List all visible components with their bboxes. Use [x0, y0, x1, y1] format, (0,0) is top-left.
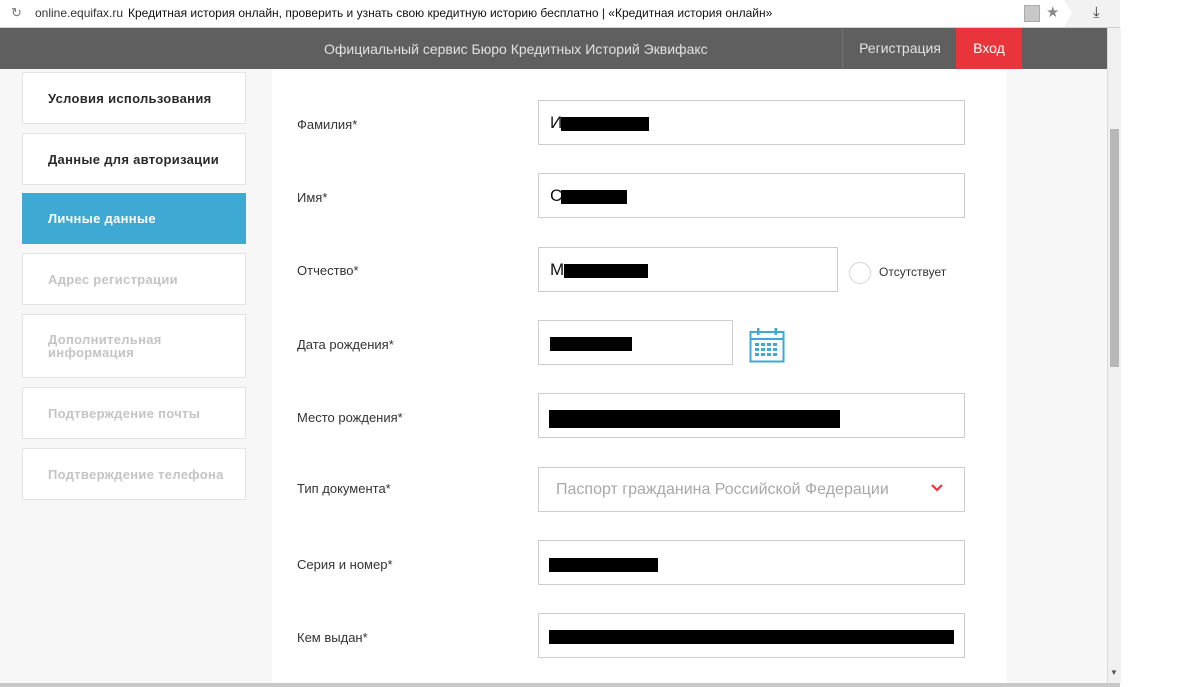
issued-by-input[interactable] [538, 613, 965, 658]
step-label: Данные для авторизации [48, 151, 220, 167]
step-authorization-data[interactable]: Данные для авторизации [22, 133, 246, 185]
birth-date-label: Дата рождения* [297, 337, 394, 352]
patronymic-value: М [550, 260, 565, 279]
site-header: Официальный сервис Бюро Кредитных Истори… [0, 28, 1107, 69]
download-icon[interactable]: ⤓ [1093, 4, 1100, 21]
step-label: Подтверждение почты [48, 405, 201, 421]
browser-address-bar: ↻ online.equifax.ru Кредитная история он… [0, 0, 1120, 28]
bookmark-star-icon[interactable]: ★ [1046, 3, 1059, 21]
browser-url[interactable]: online.equifax.ru [35, 6, 123, 20]
calendar-icon[interactable] [749, 327, 785, 363]
step-email-confirmation: Подтверждение почты [22, 387, 246, 439]
step-label: Условия использования [48, 90, 212, 106]
step-label: Личные данные [48, 211, 156, 226]
patronymic-absent-radio[interactable] [849, 262, 871, 284]
patronymic-label: Отчество* [297, 263, 359, 278]
step-label: Адрес регистрации [48, 271, 178, 287]
step-phone-confirmation: Подтверждение телефона [22, 448, 246, 500]
redacted-block [549, 558, 658, 572]
step-additional-info: Дополнительная информация [22, 314, 246, 378]
name-input[interactable]: С [538, 173, 965, 218]
surname-input[interactable]: И [538, 100, 965, 145]
toolbar-tail [1064, 0, 1120, 27]
patronymic-absent-label: Отсутствует [879, 265, 947, 279]
scroll-down-arrow-icon[interactable]: ▼ [1110, 668, 1118, 677]
step-terms-of-use[interactable]: Условия использования [22, 72, 246, 124]
step-registration-address: Адрес регистрации [22, 253, 246, 305]
step-personal-data[interactable]: Личные данные [22, 193, 246, 244]
step-label: Дополнительная информация [48, 332, 162, 360]
login-button[interactable]: Вход [956, 28, 1022, 69]
register-button[interactable]: Регистрация [842, 28, 957, 69]
scrollbar-thumb[interactable] [1110, 129, 1119, 367]
redacted-block [549, 630, 954, 644]
redacted-block [561, 117, 649, 131]
vertical-scrollbar[interactable]: ▼ [1107, 28, 1121, 683]
header-title: Официальный сервис Бюро Кредитных Истори… [324, 41, 708, 57]
form-panel [272, 69, 1007, 683]
redacted-block [549, 410, 840, 428]
series-number-input[interactable] [538, 540, 965, 585]
redacted-block [564, 264, 648, 278]
horizontal-scrollbar[interactable] [0, 683, 1120, 687]
reload-icon[interactable]: ↻ [11, 5, 22, 21]
doc-type-selected-value: Паспорт гражданина Российской Федерации [556, 481, 889, 498]
series-number-label: Серия и номер* [297, 557, 393, 572]
step-label: Подтверждение телефона [48, 466, 224, 482]
name-label: Имя* [297, 190, 328, 205]
birth-date-input[interactable] [538, 320, 733, 365]
patronymic-input[interactable]: М [538, 247, 838, 292]
chevron-down-icon [931, 484, 943, 492]
extension-icon[interactable] [1024, 5, 1040, 22]
doc-type-select[interactable]: Паспорт гражданина Российской Федерации [538, 467, 965, 512]
doc-type-label: Тип документа* [297, 481, 391, 496]
issued-by-label: Кем выдан* [297, 630, 368, 645]
redacted-block [550, 337, 632, 351]
birth-place-input[interactable] [538, 393, 965, 438]
birth-place-label: Место рождения* [297, 410, 403, 425]
surname-label: Фамилия* [297, 117, 358, 132]
redacted-block [561, 190, 627, 204]
browser-page-title: Кредитная история онлайн, проверить и уз… [128, 6, 773, 20]
